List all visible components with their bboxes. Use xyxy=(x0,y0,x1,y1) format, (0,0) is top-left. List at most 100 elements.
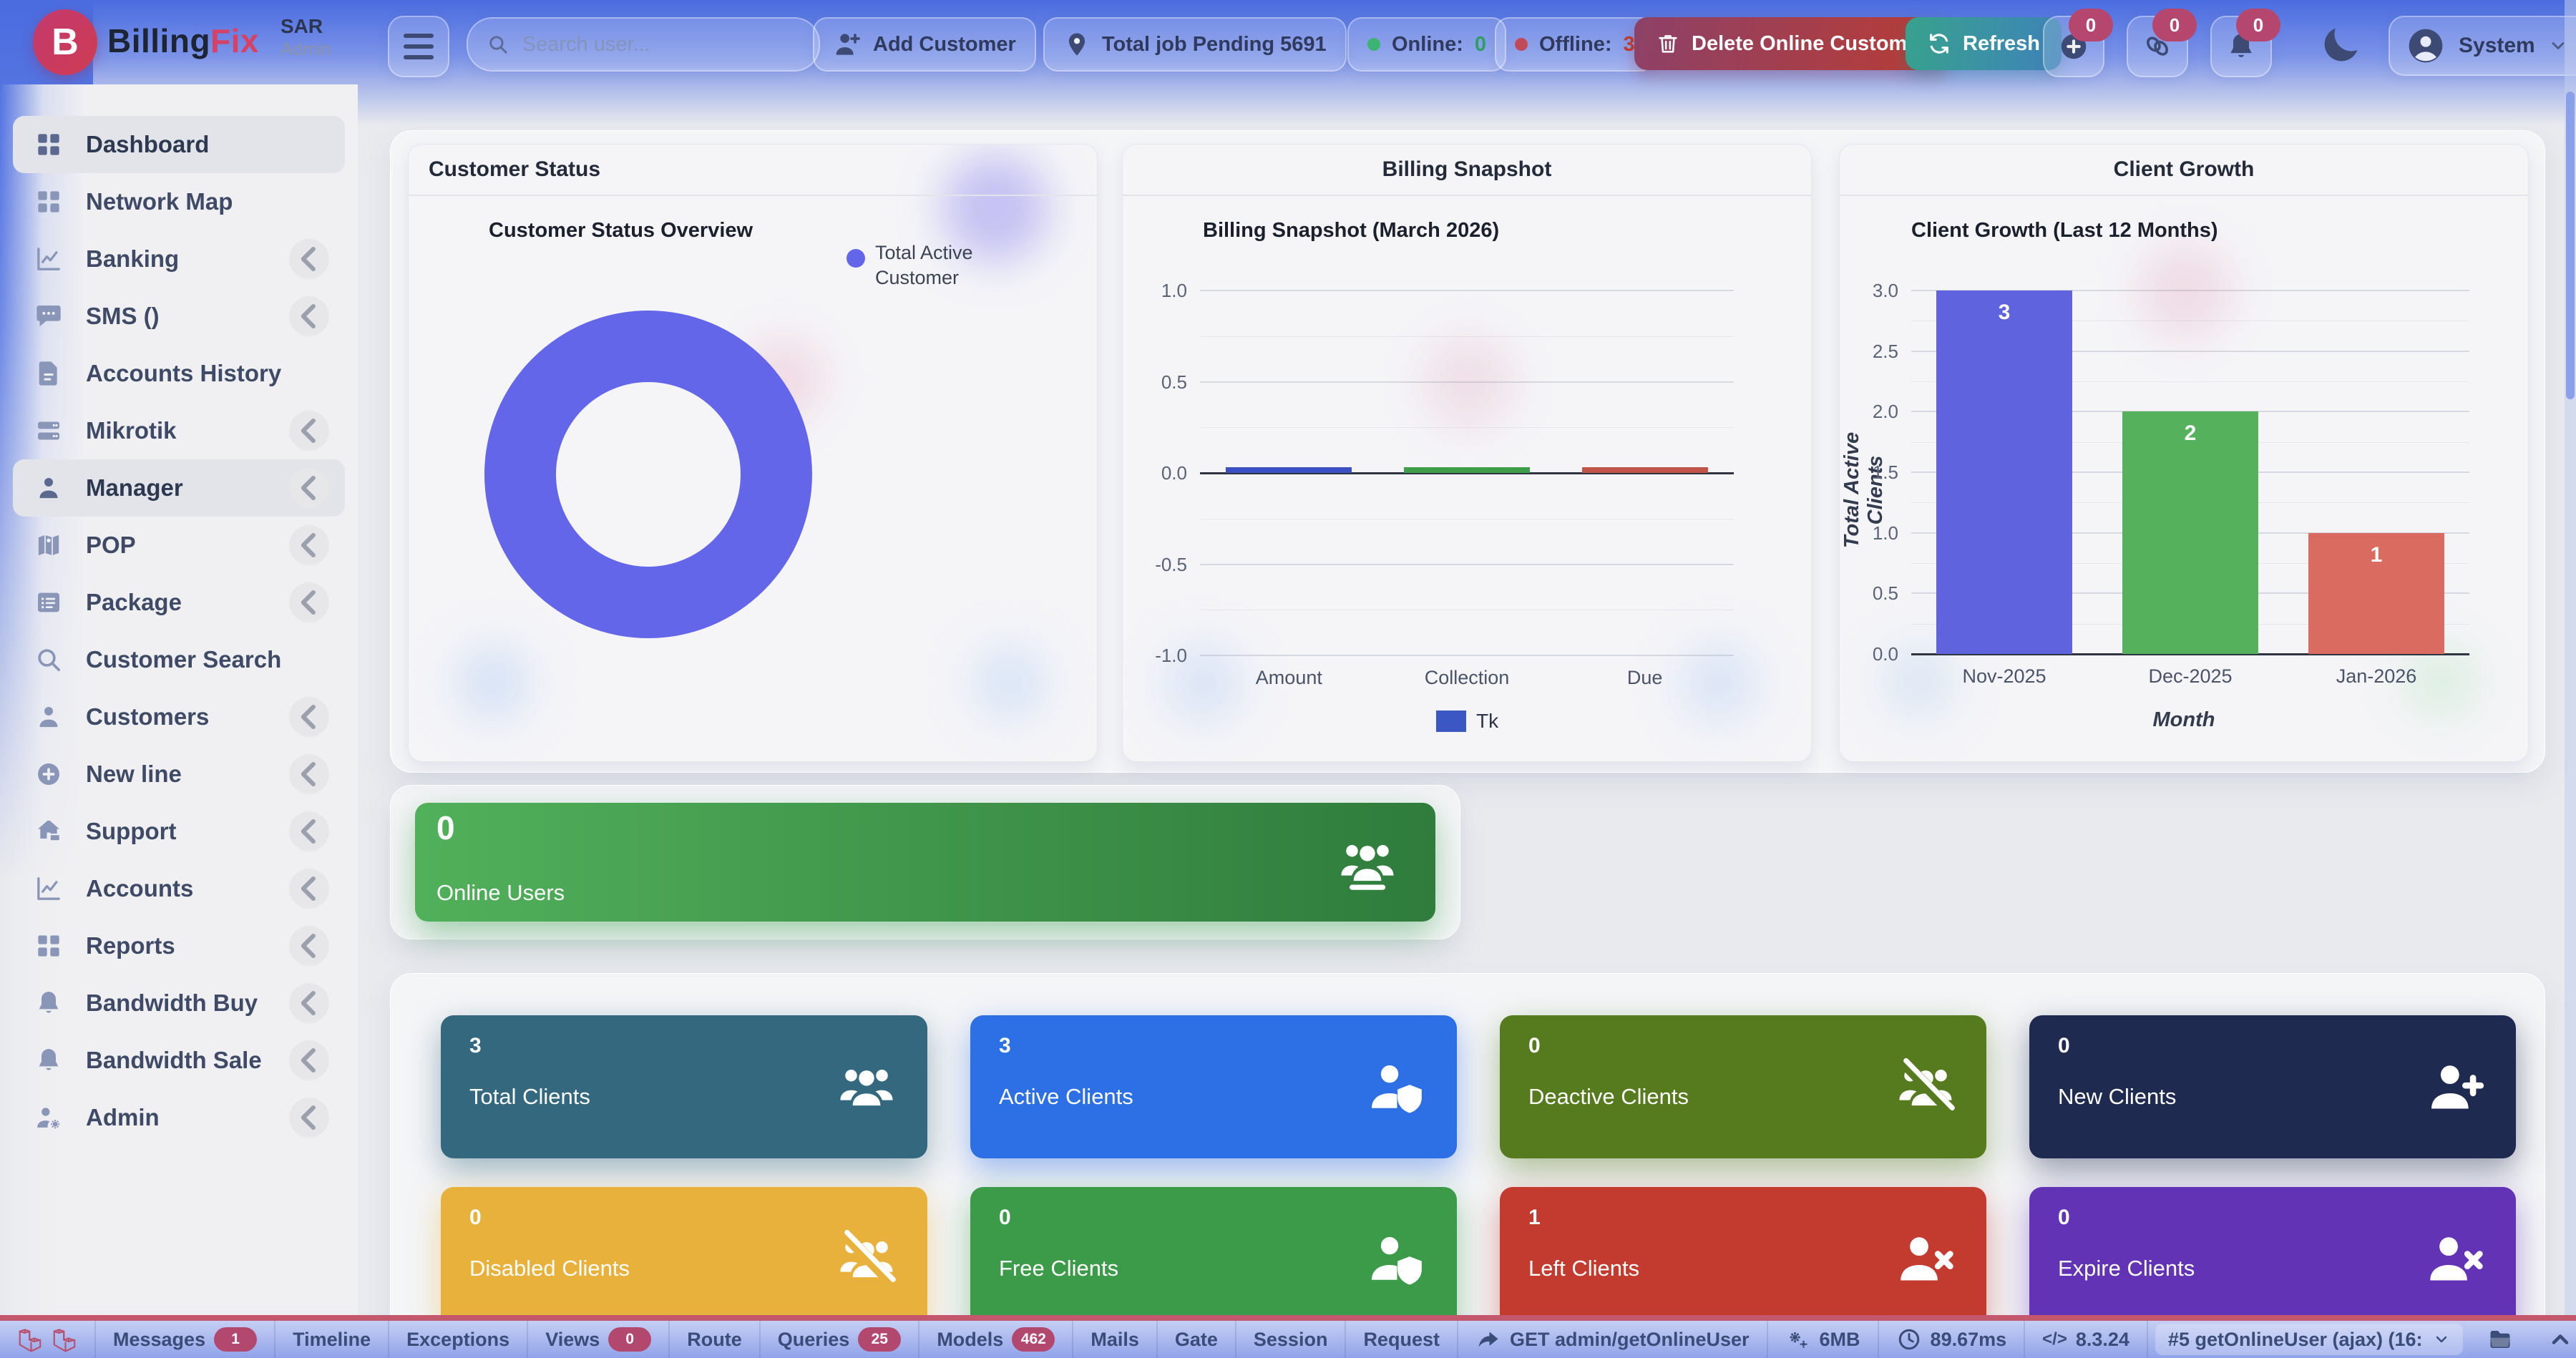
chevron-left-icon[interactable] xyxy=(289,525,329,565)
stat-card-deactive-clients[interactable]: 0Deactive Clients xyxy=(1500,1015,1986,1158)
debug-memory[interactable]: 6MB xyxy=(1768,1321,1879,1358)
moon-icon xyxy=(2317,21,2364,69)
debug-route[interactable]: GET admin/getOnlineUser xyxy=(1458,1321,1768,1358)
debugbar: Messages1 Timeline ExceptionsViews0RouteQu… xyxy=(0,1315,2576,1358)
gridline xyxy=(1200,564,1734,565)
sidebar-item-new-line[interactable]: New line xyxy=(13,746,345,803)
add-customer-button[interactable]: Add Customer xyxy=(813,17,1036,72)
chevron-left-icon[interactable] xyxy=(289,1098,329,1138)
sidebar-item-label: Accounts xyxy=(86,875,193,902)
sidebar-item-label: Banking xyxy=(86,245,179,273)
debug-tab-label: Gate xyxy=(1175,1329,1218,1351)
debug-tab-queries[interactable]: Queries25 xyxy=(761,1321,920,1358)
sidebar-item-manager[interactable]: Manager xyxy=(13,459,345,517)
debug-folder-button[interactable] xyxy=(2470,1321,2530,1358)
sidebar-item-dashboard[interactable]: Dashboard xyxy=(13,116,345,173)
sidebar-item-accounts[interactable]: Accounts xyxy=(13,860,345,917)
chevron-left-icon[interactable] xyxy=(289,754,329,794)
user-shield-icon xyxy=(1365,1228,1427,1289)
refresh-button[interactable]: Refresh xyxy=(1906,17,2062,70)
stat-card-new-clients[interactable]: 0New Clients xyxy=(2029,1015,2516,1158)
sidebar-item-package[interactable]: Package xyxy=(13,574,345,631)
person-icon xyxy=(34,703,63,731)
debug-tab-label: Timeline xyxy=(293,1329,371,1351)
debug-request-select[interactable]: #5 getOnlineUser (ajax) (16: xyxy=(2155,1324,2463,1355)
debug-tab-exceptions[interactable]: Exceptions xyxy=(389,1321,528,1358)
stat-card-disabled-clients[interactable]: 0Disabled Clients xyxy=(441,1187,927,1330)
debug-tab-gate[interactable]: Gate xyxy=(1158,1321,1236,1358)
debug-tab-models[interactable]: Models462 xyxy=(919,1321,1073,1358)
debug-tab-label: Views xyxy=(545,1329,600,1351)
chevron-left-icon[interactable] xyxy=(289,239,329,279)
chevron-left-icon[interactable] xyxy=(289,1040,329,1080)
gears-icon xyxy=(1785,1327,1811,1352)
sidebar-item-pop[interactable]: POP xyxy=(13,517,345,574)
debug-tab-mails[interactable]: Mails xyxy=(1073,1321,1158,1358)
bar-dec-2025 xyxy=(2122,411,2258,654)
growth-x-axis-label: Month xyxy=(1840,708,2528,732)
sidebar-item-banking[interactable]: Banking xyxy=(13,230,345,288)
sidebar-item-reports[interactable]: Reports xyxy=(13,917,345,974)
chevron-left-icon[interactable] xyxy=(289,697,329,737)
sidebar-item-support[interactable]: Support xyxy=(13,803,345,860)
person-icon xyxy=(34,474,63,502)
sidebar-item-label: Manager xyxy=(86,474,183,502)
debug-tab-request[interactable]: Request xyxy=(1346,1321,1458,1358)
stat-card-active-clients[interactable]: 3Active Clients xyxy=(970,1015,1457,1158)
chart-icon xyxy=(34,874,63,903)
online-users-card[interactable]: 0 Online Users xyxy=(415,803,1435,922)
search-input[interactable] xyxy=(521,32,800,57)
notifications-button[interactable]: 0 xyxy=(2210,16,2272,77)
sidebar-item-network-map[interactable]: Network Map xyxy=(13,173,345,230)
sidebar-toggle-button[interactable] xyxy=(388,16,449,77)
debug-tab-timeline[interactable]: Timeline xyxy=(275,1321,389,1358)
stat-card-expire-clients[interactable]: 0Expire Clients xyxy=(2029,1187,2516,1330)
debug-tab-route[interactable]: Route xyxy=(670,1321,761,1358)
quick-add-button[interactable]: 0 xyxy=(2043,16,2104,77)
debug-tab-session[interactable]: Session xyxy=(1236,1321,1347,1358)
sidebar-item-bandwidth-sale[interactable]: Bandwidth Sale xyxy=(13,1032,345,1089)
chevron-left-icon[interactable] xyxy=(289,811,329,851)
dark-mode-toggle[interactable] xyxy=(2317,21,2364,69)
sidebar-item-customers[interactable]: Customers xyxy=(13,688,345,746)
chevron-left-icon[interactable] xyxy=(289,411,329,451)
sidebar-item-admin[interactable]: Admin xyxy=(13,1089,345,1146)
bar-value-label: 1 xyxy=(2308,543,2444,567)
sidebar-item-label: Mikrotik xyxy=(86,417,177,444)
sidebar-item-sms[interactable]: SMS () xyxy=(13,288,345,345)
debug-tab-views[interactable]: Views0 xyxy=(528,1321,670,1358)
debug-php-version[interactable]: </> 8.3.24 xyxy=(2025,1321,2148,1358)
search-icon xyxy=(34,645,63,674)
links-button[interactable]: 0 xyxy=(2127,16,2188,77)
users-slash-icon xyxy=(1895,1056,1956,1118)
delete-online-customer-button[interactable]: Delete Online Customer xyxy=(1634,17,1948,70)
debug-tab-messages[interactable]: Messages1 xyxy=(96,1321,275,1358)
chevron-left-icon[interactable] xyxy=(289,582,329,622)
billing-bar-chart: 1.00.50.0-0.5-1.0AmountCollectionDue xyxy=(1123,145,1811,761)
sidebar-item-mikrotik[interactable]: Mikrotik xyxy=(13,402,345,459)
client-stats-section: 3Total Clients 3Active Clients 0Deactive C… xyxy=(390,973,2545,1358)
stat-card-total-clients[interactable]: 3Total Clients xyxy=(441,1015,927,1158)
debug-minimize-button[interactable] xyxy=(2530,1321,2576,1358)
customer-status-header: Customer Status xyxy=(409,145,1097,196)
y-tick-label: 0.5 xyxy=(1848,582,1898,605)
scrollbar-thumb[interactable] xyxy=(2566,92,2575,399)
chevron-left-icon[interactable] xyxy=(289,983,329,1023)
debugbar-tabs: Messages1 Timeline ExceptionsViews0RouteQu… xyxy=(96,1321,1458,1358)
chevron-left-icon[interactable] xyxy=(289,869,329,909)
chevron-left-icon[interactable] xyxy=(289,296,329,336)
total-job-pending-chip[interactable]: Total job Pending 5691 xyxy=(1043,17,1347,72)
debug-duration[interactable]: 89.67ms xyxy=(1879,1321,2026,1358)
laravel-logo-icon[interactable] xyxy=(0,1321,96,1358)
user-menu[interactable]: System xyxy=(2389,16,2576,76)
stat-card-left-clients[interactable]: 1Left Clients xyxy=(1500,1187,1986,1330)
x-tick-label: Jan-2026 xyxy=(2290,665,2462,688)
sidebar-item-accounts-history[interactable]: Accounts History xyxy=(13,345,345,402)
chevron-left-icon[interactable] xyxy=(289,926,329,966)
stat-card-free-clients[interactable]: 0Free Clients xyxy=(970,1187,1457,1330)
minor-gridline xyxy=(1200,336,1734,337)
sidebar-item-customer-search[interactable]: Customer Search xyxy=(13,631,345,688)
chevron-left-icon[interactable] xyxy=(289,468,329,508)
sidebar-item-label: Bandwidth Buy xyxy=(86,990,258,1017)
sidebar-item-bandwidth-buy[interactable]: Bandwidth Buy xyxy=(13,974,345,1032)
